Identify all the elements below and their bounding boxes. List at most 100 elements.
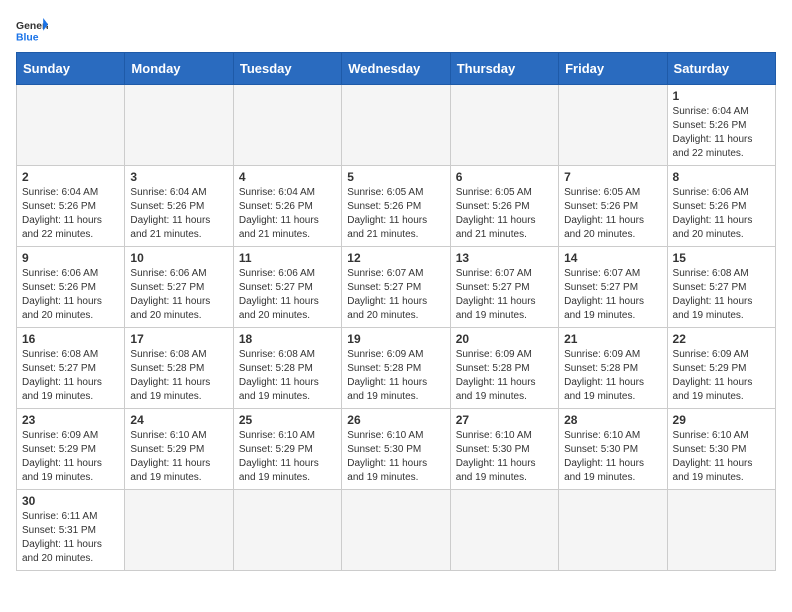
day-info: Sunrise: 6:04 AMSunset: 5:26 PMDaylight:… — [130, 186, 227, 242]
table-row: 10 Sunrise: 6:06 AMSunset: 5:27 PMDayligh… — [125, 247, 233, 328]
table-row: 28Sunrise: 6:10 AMSunset: 5:30 PMDayligh… — [559, 409, 667, 490]
calendar-week-row: 1 Sunrise: 6:04 AMSunset: 5:26 PMDaylight… — [17, 85, 776, 166]
calendar-week-row: 23 Sunrise: 6:09 AMSunset: 5:29 PMDayligh… — [17, 409, 776, 490]
generalblue-logo-icon: General Blue — [16, 16, 48, 44]
day-number: 6 — [456, 170, 553, 184]
calendar-week-row: 16Sunrise: 6:08 AMSunset: 5:27 PMDayligh… — [17, 328, 776, 409]
day-info: Sunrise: 6:08 AMSunset: 5:27 PMDaylight:… — [673, 267, 770, 323]
day-info: Sunrise: 6:10 AMSunset: 5:30 PMDaylight:… — [456, 429, 553, 485]
day-number: 27 — [456, 413, 553, 427]
day-number: 25 — [239, 413, 336, 427]
table-row — [667, 490, 775, 571]
table-row: 17Sunrise: 6:08 AMSunset: 5:28 PMDayligh… — [125, 328, 233, 409]
calendar-week-row: 30 Sunrise: 6:11 AMSunset: 5:31 PMDayligh… — [17, 490, 776, 571]
table-row: 21Sunrise: 6:09 AMSunset: 5:28 PMDayligh… — [559, 328, 667, 409]
table-row: 24 Sunrise: 6:10 AMSunset: 5:29 PMDayligh… — [125, 409, 233, 490]
day-info: Sunrise: 6:11 AMSunset: 5:31 PMDaylight:… — [22, 510, 119, 566]
day-info: Sunrise: 6:09 AMSunset: 5:29 PMDaylight:… — [22, 429, 119, 485]
day-info: Sunrise: 6:07 AMSunset: 5:27 PMDaylight:… — [456, 267, 553, 323]
table-row — [450, 85, 558, 166]
day-info: Sunrise: 6:10 AMSunset: 5:29 PMDaylight:… — [130, 429, 227, 485]
day-number: 14 — [564, 251, 661, 265]
day-info: Sunrise: 6:09 AMSunset: 5:28 PMDaylight:… — [564, 348, 661, 404]
table-row — [342, 490, 450, 571]
day-info: Sunrise: 6:04 AMSunset: 5:26 PMDaylight:… — [673, 105, 770, 161]
day-number: 18 — [239, 332, 336, 346]
day-info: Sunrise: 6:06 AMSunset: 5:27 PMDaylight:… — [130, 267, 227, 323]
day-info: Sunrise: 6:04 AMSunset: 5:26 PMDaylight:… — [22, 186, 119, 242]
weekday-header-tuesday: Tuesday — [233, 53, 341, 85]
table-row — [233, 490, 341, 571]
day-number: 15 — [673, 251, 770, 265]
day-number: 24 — [130, 413, 227, 427]
day-number: 29 — [673, 413, 770, 427]
weekday-header-row: SundayMondayTuesdayWednesdayThursdayFrid… — [17, 53, 776, 85]
day-info: Sunrise: 6:08 AMSunset: 5:27 PMDaylight:… — [22, 348, 119, 404]
day-number: 19 — [347, 332, 444, 346]
day-number: 3 — [130, 170, 227, 184]
page-header: General Blue — [16, 16, 776, 44]
day-info: Sunrise: 6:10 AMSunset: 5:30 PMDaylight:… — [673, 429, 770, 485]
weekday-header-wednesday: Wednesday — [342, 53, 450, 85]
table-row — [450, 490, 558, 571]
day-number: 5 — [347, 170, 444, 184]
table-row: 6Sunrise: 6:05 AMSunset: 5:26 PMDaylight… — [450, 166, 558, 247]
day-number: 20 — [456, 332, 553, 346]
day-number: 10 — [130, 251, 227, 265]
day-number: 1 — [673, 89, 770, 103]
table-row: 2 Sunrise: 6:04 AMSunset: 5:26 PMDaylight… — [17, 166, 125, 247]
weekday-header-monday: Monday — [125, 53, 233, 85]
day-info: Sunrise: 6:10 AMSunset: 5:30 PMDaylight:… — [347, 429, 444, 485]
table-row: 5 Sunrise: 6:05 AMSunset: 5:26 PMDaylight… — [342, 166, 450, 247]
table-row: 30 Sunrise: 6:11 AMSunset: 5:31 PMDayligh… — [17, 490, 125, 571]
day-info: Sunrise: 6:09 AMSunset: 5:28 PMDaylight:… — [347, 348, 444, 404]
day-number: 23 — [22, 413, 119, 427]
table-row: 15 Sunrise: 6:08 AMSunset: 5:27 PMDayligh… — [667, 247, 775, 328]
day-number: 11 — [239, 251, 336, 265]
table-row: 11Sunrise: 6:06 AMSunset: 5:27 PMDayligh… — [233, 247, 341, 328]
weekday-header-thursday: Thursday — [450, 53, 558, 85]
day-number: 26 — [347, 413, 444, 427]
table-row — [559, 490, 667, 571]
day-number: 9 — [22, 251, 119, 265]
weekday-header-saturday: Saturday — [667, 53, 775, 85]
weekday-header-friday: Friday — [559, 53, 667, 85]
day-info: Sunrise: 6:06 AMSunset: 5:26 PMDaylight:… — [673, 186, 770, 242]
day-info: Sunrise: 6:08 AMSunset: 5:28 PMDaylight:… — [239, 348, 336, 404]
logo: General Blue — [16, 16, 48, 44]
day-info: Sunrise: 6:05 AMSunset: 5:26 PMDaylight:… — [564, 186, 661, 242]
calendar-week-row: 9Sunrise: 6:06 AMSunset: 5:26 PMDaylight… — [17, 247, 776, 328]
weekday-header-sunday: Sunday — [17, 53, 125, 85]
table-row: 23 Sunrise: 6:09 AMSunset: 5:29 PMDayligh… — [17, 409, 125, 490]
table-row — [125, 490, 233, 571]
calendar-table: SundayMondayTuesdayWednesdayThursdayFrid… — [16, 52, 776, 571]
day-number: 30 — [22, 494, 119, 508]
table-row: 12 Sunrise: 6:07 AMSunset: 5:27 PMDayligh… — [342, 247, 450, 328]
day-number: 22 — [673, 332, 770, 346]
day-number: 4 — [239, 170, 336, 184]
day-info: Sunrise: 6:07 AMSunset: 5:27 PMDaylight:… — [347, 267, 444, 323]
day-info: Sunrise: 6:10 AMSunset: 5:29 PMDaylight:… — [239, 429, 336, 485]
table-row: 26 Sunrise: 6:10 AMSunset: 5:30 PMDayligh… — [342, 409, 450, 490]
day-number: 2 — [22, 170, 119, 184]
table-row: 22 Sunrise: 6:09 AMSunset: 5:29 PMDayligh… — [667, 328, 775, 409]
day-info: Sunrise: 6:09 AMSunset: 5:29 PMDaylight:… — [673, 348, 770, 404]
table-row: 20 Sunrise: 6:09 AMSunset: 5:28 PMDayligh… — [450, 328, 558, 409]
table-row: 8Sunrise: 6:06 AMSunset: 5:26 PMDaylight… — [667, 166, 775, 247]
day-info: Sunrise: 6:05 AMSunset: 5:26 PMDaylight:… — [347, 186, 444, 242]
day-info: Sunrise: 6:08 AMSunset: 5:28 PMDaylight:… — [130, 348, 227, 404]
table-row: 25 Sunrise: 6:10 AMSunset: 5:29 PMDayligh… — [233, 409, 341, 490]
table-row — [17, 85, 125, 166]
table-row: 27 Sunrise: 6:10 AMSunset: 5:30 PMDayligh… — [450, 409, 558, 490]
table-row: 29 Sunrise: 6:10 AMSunset: 5:30 PMDayligh… — [667, 409, 775, 490]
day-info: Sunrise: 6:09 AMSunset: 5:28 PMDaylight:… — [456, 348, 553, 404]
table-row — [233, 85, 341, 166]
table-row: 4Sunrise: 6:04 AMSunset: 5:26 PMDaylight… — [233, 166, 341, 247]
day-number: 12 — [347, 251, 444, 265]
day-info: Sunrise: 6:07 AMSunset: 5:27 PMDaylight:… — [564, 267, 661, 323]
table-row: 13Sunrise: 6:07 AMSunset: 5:27 PMDayligh… — [450, 247, 558, 328]
svg-text:Blue: Blue — [16, 32, 39, 43]
calendar-week-row: 2 Sunrise: 6:04 AMSunset: 5:26 PMDaylight… — [17, 166, 776, 247]
table-row — [559, 85, 667, 166]
table-row — [125, 85, 233, 166]
